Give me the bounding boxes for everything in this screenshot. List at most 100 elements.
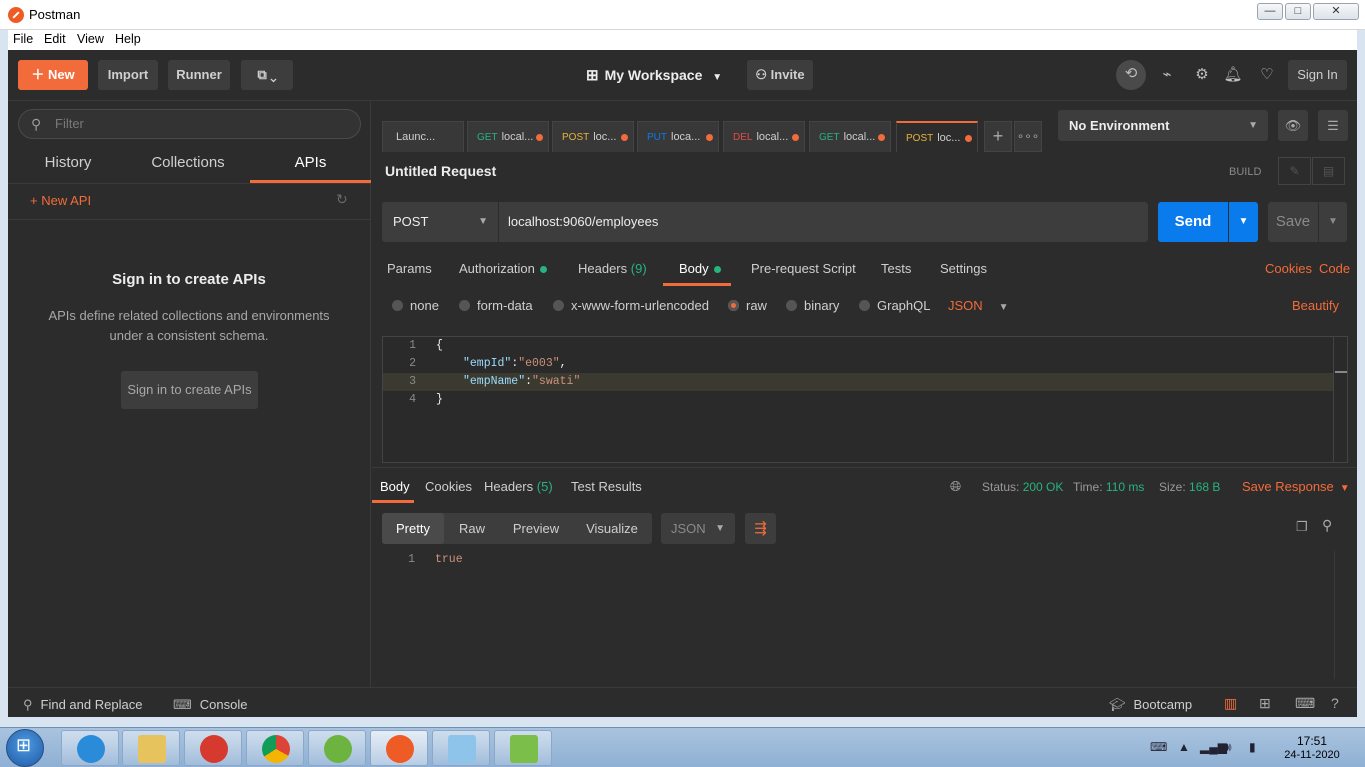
workspace-selector[interactable]: ⊞ My Workspace ▼ [586,66,722,84]
radio-binary[interactable]: binary [786,298,839,313]
volume-icon[interactable]: 🔊︎ [1224,740,1232,755]
response-scrollbar[interactable] [1334,551,1348,679]
menu-help[interactable]: Help [115,32,141,46]
request-tab[interactable]: GET local... [809,121,891,152]
send-options-chevron-icon[interactable]: ▼ [1229,202,1258,242]
tab-settings[interactable]: Settings [940,261,987,276]
send-button[interactable]: Send [1158,202,1228,242]
tab-body[interactable]: Body [679,261,721,276]
copy-icon[interactable]: ❐ [1296,519,1308,535]
heart-icon[interactable]: ♡ [1253,61,1281,89]
response-tab-headers[interactable]: Headers (5) [484,479,553,494]
tab-apis[interactable]: APIs [250,154,371,183]
keyboard-shortcuts-icon[interactable]: ⌨ [1295,695,1315,712]
globe-icon[interactable]: 🌐︎ [950,478,961,495]
find-replace-button[interactable]: ⚲ Find and Replace [23,697,142,713]
response-divider[interactable] [372,467,1357,468]
more-tabs-icon[interactable]: ∘∘∘ [1014,121,1042,152]
request-tab[interactable]: GET local... [467,121,549,152]
tab-history[interactable]: History [18,154,118,180]
method-select[interactable]: POST ▼ [382,202,498,242]
maximize-button[interactable]: □ [1285,3,1311,20]
taskbar-postman[interactable] [370,730,428,766]
sliders-icon[interactable]: ☰ [1318,110,1348,141]
menu-edit[interactable]: Edit [44,32,66,46]
network-signal-icon[interactable]: ▂▄▆ [1200,740,1227,754]
new-tab-plus-icon[interactable]: + [984,121,1012,152]
invite-button[interactable]: ⚇ Invite [747,60,813,90]
sync-off-icon[interactable]: ⟲ [1116,60,1146,90]
radio-urlencoded[interactable]: x-www-form-urlencoded [553,298,709,313]
taskbar-chrome[interactable] [246,730,304,766]
request-tab[interactable]: Launc... [382,121,464,152]
import-button[interactable]: Import [98,60,158,90]
tab-headers[interactable]: Headers (9) [578,261,647,276]
runner-button[interactable]: Runner [168,60,230,90]
filter-input[interactable] [55,116,345,131]
help-icon[interactable]: ? [1331,695,1339,711]
eye-icon[interactable]: 👁︎ [1278,110,1308,141]
layout-icon[interactable]: ⊞ [1259,695,1271,712]
tab-authorization[interactable]: Authorization [459,261,547,276]
response-format-select[interactable]: JSON ▼ [661,513,735,544]
save-options-chevron-icon[interactable]: ▼ [1319,202,1347,242]
view-visualize[interactable]: Visualize [576,513,648,544]
close-button[interactable]: ✕ [1313,3,1359,20]
body-format-select[interactable]: JSON ▼ [948,298,1009,313]
clock-time[interactable]: 17:51 [1282,734,1342,748]
editor-scrollbar[interactable] [1333,337,1347,462]
save-response-button[interactable]: Save Response ▼ [1242,479,1350,494]
request-body-editor[interactable]: 1 { 2 "empId":"e003", 3 "empName":"swati… [382,336,1348,463]
taskbar-spring-tool-suite[interactable] [308,730,366,766]
taskbar-file-explorer[interactable] [122,730,180,766]
two-pane-view-icon[interactable]: ▥ [1224,695,1237,712]
view-preview[interactable]: Preview [502,513,570,544]
taskbar-app[interactable] [494,730,552,766]
sign-in-button[interactable]: Sign In [1288,60,1347,90]
response-tab-body[interactable]: Body [380,479,410,494]
bootcamp-button[interactable]: 🎓︎ Bootcamp [1109,697,1192,713]
request-tab[interactable]: POST loc... [552,121,634,152]
code-link[interactable]: Code [1319,261,1350,276]
radio-form-data[interactable]: form-data [459,298,533,313]
settings-gear-icon[interactable]: ⚙ [1188,61,1216,89]
taskbar-internet-explorer[interactable] [61,730,119,766]
menu-file[interactable]: File [13,32,33,46]
refresh-icon[interactable]: ↻ [336,191,348,208]
clock-date[interactable]: 24-11-2020 [1278,749,1346,761]
tab-tests[interactable]: Tests [881,261,911,276]
wrap-lines-icon[interactable]: ⇶ [745,513,776,544]
filter-box[interactable]: ⚲ [18,109,361,139]
cookies-link[interactable]: Cookies [1265,261,1312,276]
radio-raw[interactable]: raw [728,298,767,313]
beautify-link[interactable]: Beautify [1292,298,1339,313]
new-window-button[interactable]: ⧉ ⌄ [241,60,293,90]
notification-bell-icon[interactable]: 🔔︎ [1219,61,1247,89]
request-tab-active[interactable]: POST loc... [896,121,978,152]
environment-select[interactable]: No Environment ▼ [1058,110,1268,141]
save-button[interactable]: Save [1268,202,1318,242]
tab-params[interactable]: Params [387,261,432,276]
battery-icon[interactable]: ▮ [1249,740,1256,754]
pencil-icon[interactable]: ✎ [1278,157,1311,185]
tab-collections[interactable]: Collections [138,154,238,180]
keyboard-tray-icon[interactable]: ⌨ [1150,740,1167,754]
document-icon[interactable]: ▤ [1312,157,1345,185]
request-tab[interactable]: DEL local... [723,121,805,152]
view-raw[interactable]: Raw [448,513,496,544]
new-api-button[interactable]: + New API [30,193,91,208]
menu-view[interactable]: View [77,32,104,46]
start-button[interactable] [6,729,44,767]
show-hidden-icons-icon[interactable]: ▲ [1178,740,1190,754]
taskbar-notepad[interactable] [432,730,490,766]
radio-graphql[interactable]: GraphQL [859,298,930,313]
new-button[interactable]: ＋ New [18,60,88,90]
tab-pre-request-script[interactable]: Pre-request Script [751,261,856,276]
console-button[interactable]: ⌨ Console [173,697,247,713]
response-tab-cookies[interactable]: Cookies [425,479,472,494]
search-icon[interactable]: ⚲ [1322,517,1332,534]
sign-in-to-create-apis-button[interactable]: Sign in to create APIs [121,371,258,409]
taskbar-psiphon[interactable] [184,730,242,766]
satellite-icon[interactable]: ⌁ [1153,61,1181,89]
view-pretty[interactable]: Pretty [382,513,444,544]
